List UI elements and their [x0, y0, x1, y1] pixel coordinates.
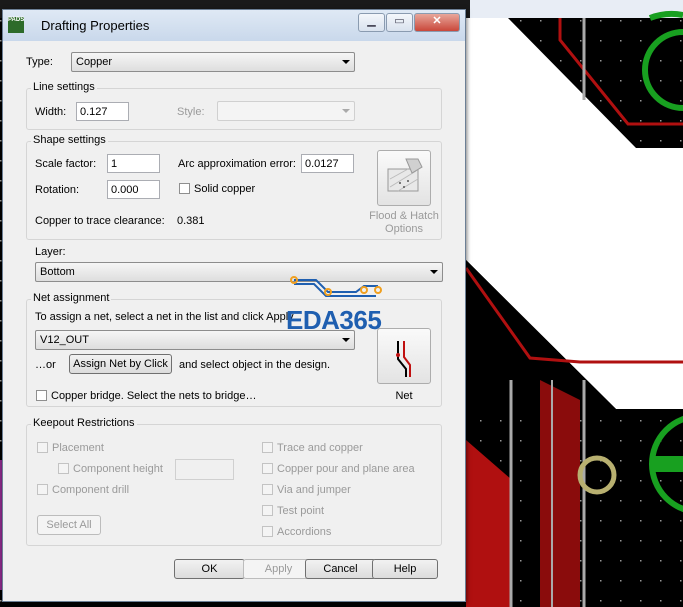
copper-bridge-label: Copper bridge. Select the nets to bridge…: [51, 390, 257, 402]
net-assignment-title: Net assignment: [31, 292, 112, 304]
test-point-label: Test point: [277, 505, 325, 517]
net-icon: [396, 341, 411, 377]
chevron-down-icon: [342, 338, 350, 342]
line-settings-title: Line settings: [31, 81, 97, 93]
net-button[interactable]: [377, 328, 431, 384]
style-select[interactable]: [217, 101, 355, 121]
component-height-input[interactable]: [175, 459, 234, 480]
watermark-text: EDA365: [286, 305, 382, 335]
layer-select-value: Bottom: [40, 266, 75, 278]
net-assign-instruction: To assign a net, select a net in the lis…: [35, 311, 296, 323]
help-button[interactable]: Help: [372, 559, 438, 579]
component-height-checkbox[interactable]: [58, 463, 69, 474]
arc-error-label: Arc approximation error:: [178, 158, 296, 170]
rotation-input[interactable]: [107, 180, 160, 199]
component-drill-label: Component drill: [52, 484, 130, 496]
maximize-icon: ▭: [394, 15, 405, 27]
via-jumper-label: Via and jumper: [277, 484, 351, 496]
copper-bridge-checkbox[interactable]: [36, 390, 47, 401]
ok-button[interactable]: OK: [174, 559, 245, 579]
scale-factor-label: Scale factor:: [35, 158, 97, 170]
chevron-down-icon: [342, 60, 350, 64]
assign-net-suffix-label: and select object in the design.: [179, 359, 331, 371]
test-point-checkbox[interactable]: [262, 505, 273, 516]
flood-hatch-icon: [387, 158, 423, 192]
clearance-value: 0.381: [177, 215, 205, 227]
shape-settings-title: Shape settings: [31, 134, 108, 146]
dialog-title: Drafting Properties: [41, 18, 150, 33]
clearance-label: Copper to trace clearance:: [35, 215, 165, 227]
placement-checkbox[interactable]: [37, 442, 48, 453]
type-select-value: Copper: [76, 56, 113, 68]
accordions-label: Accordions: [277, 526, 332, 538]
trace-copper-checkbox[interactable]: [262, 442, 273, 453]
rotation-label: Rotation:: [35, 184, 80, 196]
solid-copper-label: Solid copper: [194, 183, 256, 195]
select-all-button[interactable]: Select All: [37, 515, 101, 535]
flood-hatch-label-line1: Flood & Hatch: [369, 210, 439, 222]
net-select-value: V12_OUT: [40, 334, 89, 346]
arc-error-input[interactable]: [301, 154, 354, 173]
scale-factor-input[interactable]: [107, 154, 160, 173]
flood-hatch-options-button[interactable]: [377, 150, 431, 206]
trace-copper-label: Trace and copper: [277, 442, 363, 454]
drafting-properties-dialog: PADS Drafting Properties ▁ ▭ ✕ Type: Cop…: [2, 9, 466, 602]
chevron-down-icon: [430, 270, 438, 274]
component-height-label: Component height: [73, 463, 163, 475]
solid-copper-checkbox[interactable]: [179, 183, 190, 194]
keepout-title: Keepout Restrictions: [31, 417, 137, 429]
chevron-down-icon: [342, 109, 350, 113]
apply-button[interactable]: Apply: [243, 559, 314, 579]
placement-label: Placement: [52, 442, 104, 454]
or-label: …or: [35, 359, 56, 371]
copper-pour-label: Copper pour and plane area: [277, 463, 415, 475]
maximize-button[interactable]: ▭: [386, 13, 413, 32]
layer-label: Layer:: [35, 246, 66, 258]
close-button[interactable]: ✕: [414, 13, 460, 32]
type-label: Type:: [26, 56, 53, 68]
copper-pour-checkbox[interactable]: [262, 463, 273, 474]
component-drill-checkbox[interactable]: [37, 484, 48, 495]
pads-app-icon: PADS: [8, 17, 24, 33]
flood-hatch-label-line2: Options: [385, 223, 423, 235]
close-icon: ✕: [432, 15, 442, 27]
net-button-label: Net: [395, 390, 413, 402]
cancel-button[interactable]: Cancel: [305, 559, 376, 579]
minimize-button[interactable]: ▁: [358, 13, 385, 32]
watermark-logo-graphic: [290, 276, 382, 297]
style-label: Style:: [177, 106, 205, 118]
type-select[interactable]: Copper: [71, 52, 355, 72]
minimize-icon: ▁: [367, 15, 376, 27]
dialog-titlebar[interactable]: PADS Drafting Properties ▁ ▭ ✕: [3, 10, 465, 41]
assign-net-by-click-button[interactable]: Assign Net by Click: [69, 354, 172, 374]
via-jumper-checkbox[interactable]: [262, 484, 273, 495]
width-input[interactable]: [76, 102, 129, 121]
accordions-checkbox[interactable]: [262, 526, 273, 537]
width-label: Width:: [35, 106, 67, 118]
